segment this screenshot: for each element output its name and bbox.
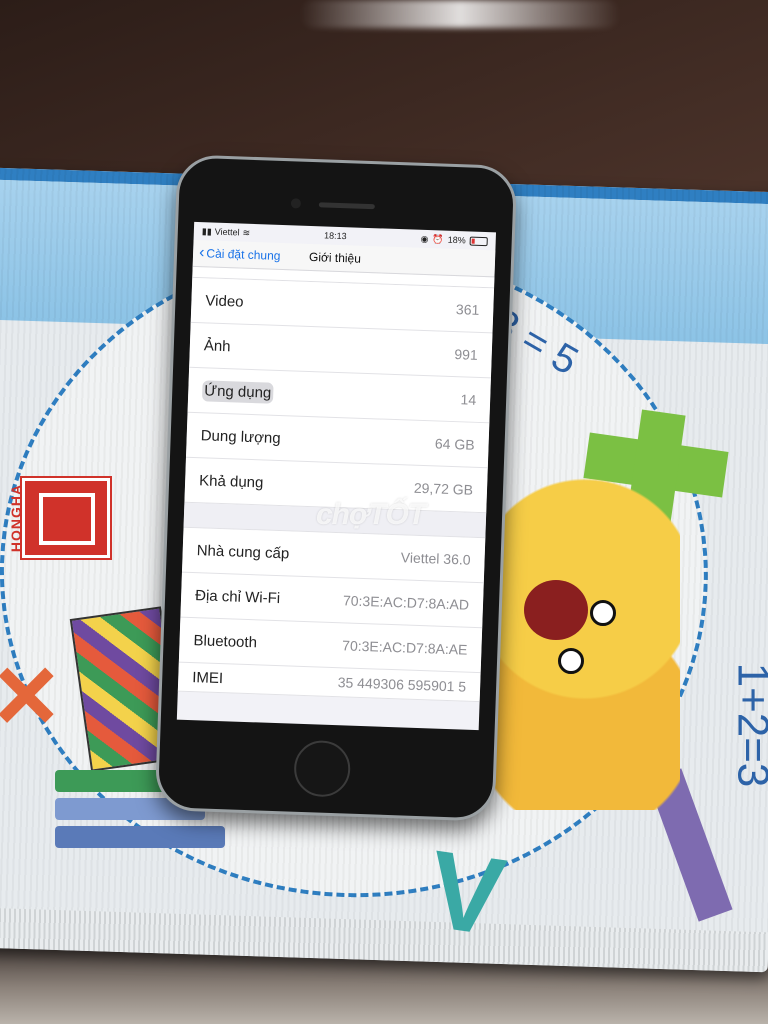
row-label: Ứng dụng [201, 379, 274, 404]
tiger-eye [590, 600, 616, 626]
row-value: 361 [455, 301, 480, 318]
home-button[interactable] [293, 739, 352, 798]
row-value: 991 [454, 346, 479, 363]
row-value: 64 GB [434, 435, 475, 453]
back-label: Cài đặt chung [206, 246, 281, 263]
row-label: Dung lượng [200, 426, 281, 447]
row-label: Nhà cung cấp [196, 541, 290, 562]
light-glare [300, 0, 620, 28]
watermark: chợTỐT [316, 498, 426, 531]
front-camera [290, 198, 302, 209]
battery-percent: 18% [447, 234, 466, 246]
tiger-nose [524, 580, 588, 640]
row-value: Viettel 36.0 [400, 549, 471, 568]
row-value: 35 449306 595901 5 [337, 674, 467, 695]
brand-logo [20, 476, 112, 560]
row-label: IMEI [191, 669, 224, 688]
about-group-network: Nhà cung cấp Viettel 36.0 Địa chỉ Wi-Fi … [177, 527, 486, 703]
lock-rotation-icon: ◉ [420, 233, 429, 244]
row-value: 70:3E:AC:D7:8A:AE [341, 637, 468, 658]
signal-icon: ▮▮ [201, 225, 212, 237]
battery-icon [469, 236, 488, 246]
wifi-icon: ≋ [242, 227, 251, 238]
alarm-icon: ⏰ [432, 233, 444, 245]
math-text-2: 1+2=3 [728, 662, 768, 788]
carrier-name: Viettel [214, 226, 240, 238]
row-value: 29,72 GB [413, 479, 474, 498]
back-button[interactable]: ‹ Cài đặt chung [198, 244, 281, 264]
iphone: ▮▮ Viettel ≋ 18:13 ◉ ⏰ 18% ‹ Cài đặt chu… [154, 154, 518, 822]
row-label: Ảnh [203, 336, 231, 355]
tiger-eye [558, 648, 584, 674]
row-label: Bluetooth [193, 631, 258, 651]
multiply-icon: × [0, 633, 59, 756]
row-label: Video [205, 291, 244, 311]
phone-screen: ▮▮ Viettel ≋ 18:13 ◉ ⏰ 18% ‹ Cài đặt chu… [176, 221, 497, 731]
chevron-left-icon: ‹ [198, 244, 205, 262]
brand-text: HONGHA [8, 483, 25, 553]
row-value: 70:3E:AC:D7:8A:AD [342, 592, 470, 613]
tiger-illustration [490, 470, 680, 810]
page-title: Giới thiệu [308, 249, 362, 266]
row-value: 14 [460, 391, 477, 408]
clock: 18:13 [323, 230, 347, 242]
row-label: Địa chỉ Wi-Fi [194, 586, 281, 607]
about-group-media: Video 361 Ảnh 991 Ứng dụng 14 Dung lượng… [184, 277, 495, 514]
row-label: Khả dụng [198, 471, 264, 491]
earpiece [318, 202, 375, 210]
